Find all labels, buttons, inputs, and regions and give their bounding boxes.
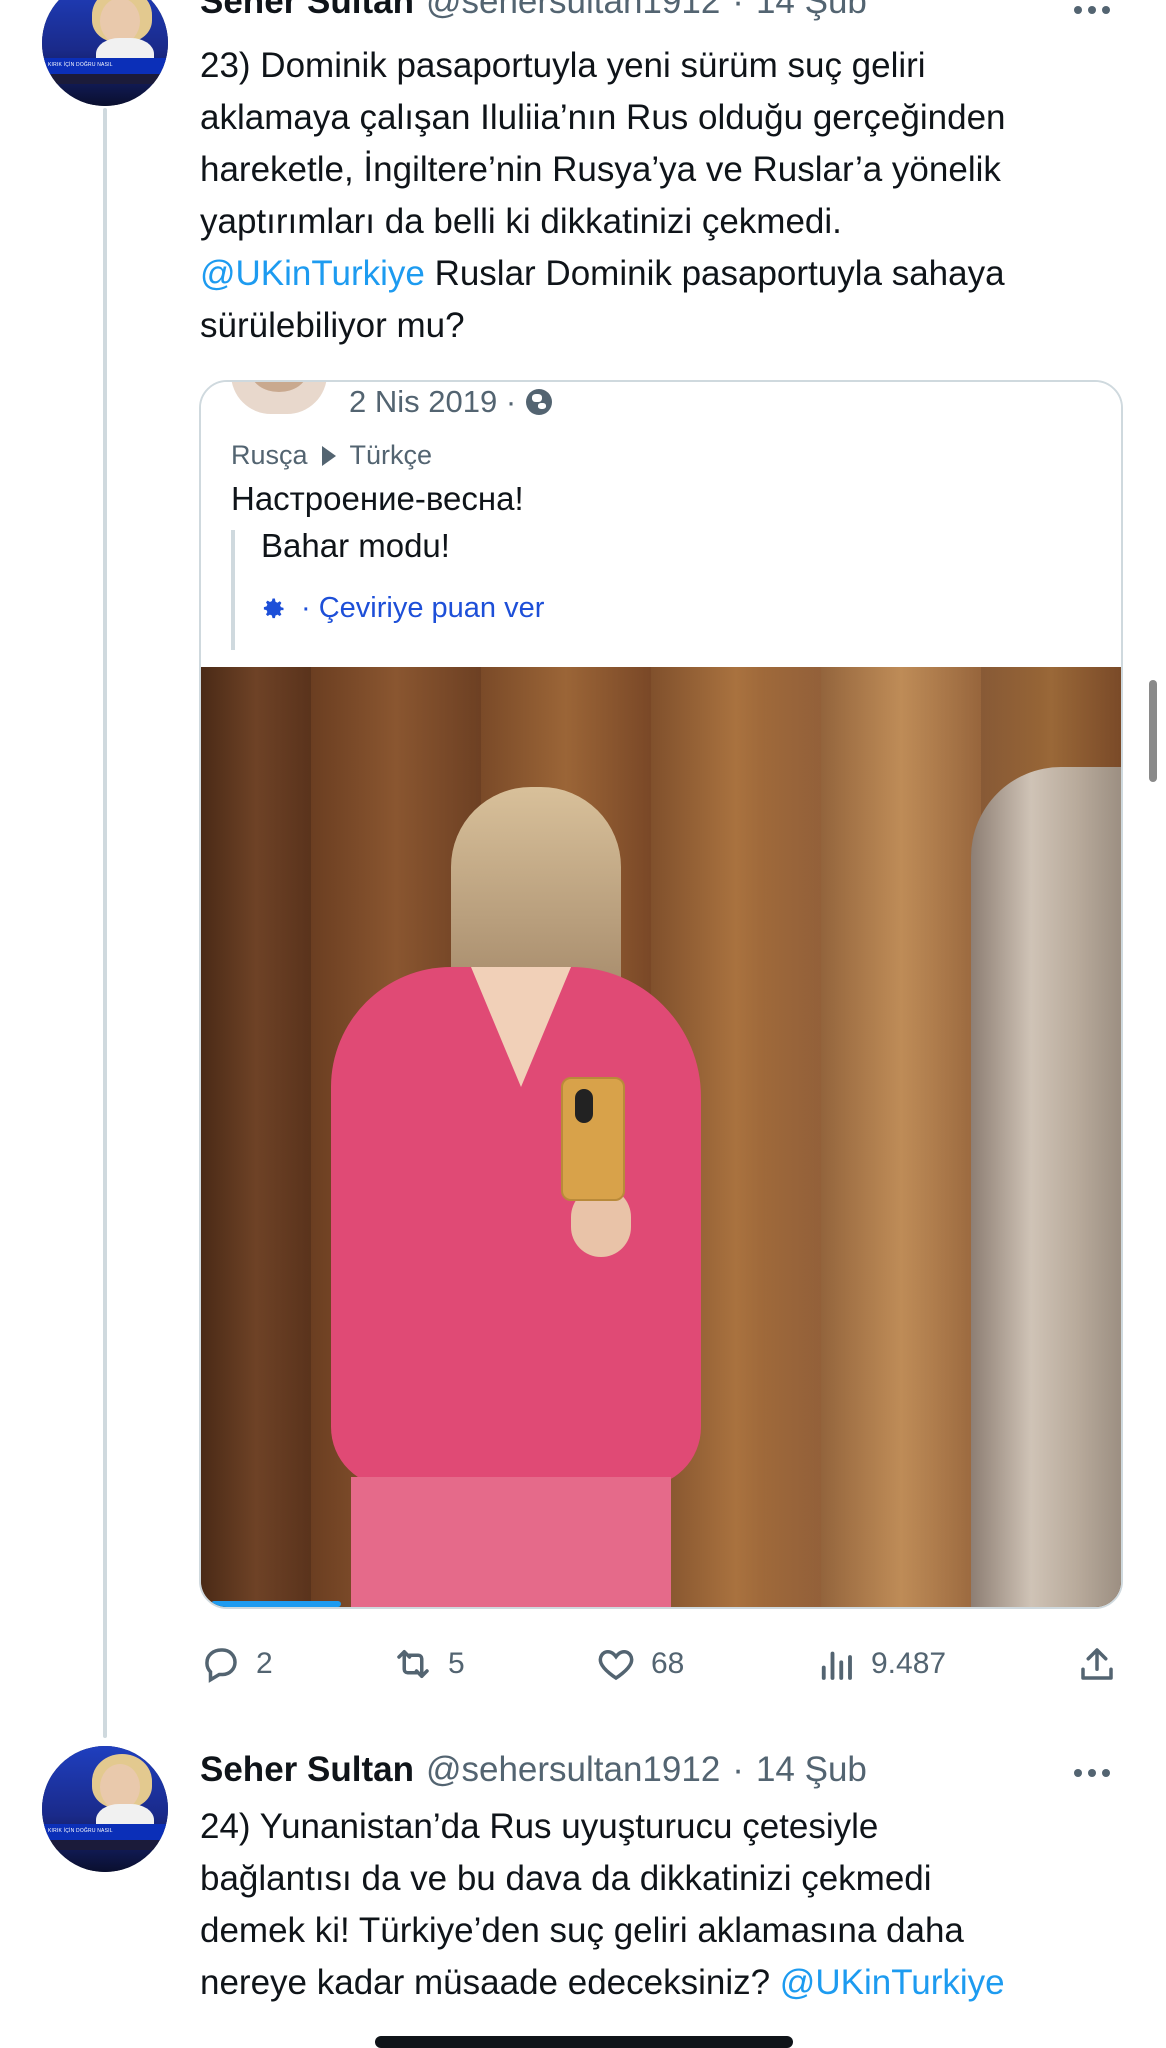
lang-to: Türkçe	[349, 440, 433, 470]
more-options-icon[interactable]	[1070, 1763, 1114, 1783]
quoted-screenshot-header: 2 Nis 2019 · Rusça Türkçe Настроение-вес…	[201, 382, 1121, 667]
tweet-body: 23) Dominik pasaportuyla yeni sürüm suç …	[200, 40, 1120, 352]
scrollbar[interactable]	[1149, 680, 1157, 782]
tweet-line: hareketle, İngiltere’nin Rusya’ya ve Rus…	[200, 150, 1001, 189]
separator: ·	[732, 0, 744, 21]
tweet-line: demek ki! Türkiye’den suç geliri aklamas…	[200, 1911, 964, 1950]
arrow-right-icon	[321, 445, 336, 466]
views-button[interactable]: 9.487	[815, 1643, 946, 1685]
tweet-actions: 2 5 68 9.487	[200, 1643, 1120, 1687]
like-button[interactable]: 68	[595, 1643, 684, 1685]
phone	[561, 1077, 625, 1201]
tweet-line: 23) Dominik pasaportuyla yeni sürüm suç …	[200, 46, 926, 85]
translation-languages: Rusça Türkçe	[231, 440, 432, 471]
thread-connector-line	[103, 108, 107, 1738]
gear-icon	[259, 595, 287, 623]
quoted-photo[interactable]	[201, 667, 1121, 1607]
rate-translation-text: · Çeviriye puan ver	[301, 592, 545, 624]
quote-card[interactable]: 2 Nis 2019 · Rusça Türkçe Настроение-вес…	[199, 380, 1123, 1609]
tweet-line: @UKinTurkiye Ruslar Dominik pasaportuyla…	[200, 248, 1120, 300]
tweet-date[interactable]: 14 Şub	[756, 1750, 867, 1790]
avatar-caption: KIRIK İÇİN DOĞRU NASIL	[48, 62, 113, 68]
media-progress-bar	[211, 1601, 341, 1607]
avatar-caption: KIRIK İÇİN DOĞRU NASIL	[48, 1828, 113, 1834]
quoted-date: 2 Nis 2019 ·	[349, 384, 553, 420]
tweet-line-text: Ruslar Dominik pasaportuyla sahaya	[424, 254, 1005, 293]
views-count: 9.487	[871, 1647, 947, 1680]
share-button[interactable]	[1076, 1643, 1118, 1685]
person-pants	[351, 1477, 671, 1607]
more-options-icon[interactable]	[1070, 0, 1114, 20]
reply-count: 2	[256, 1647, 273, 1680]
quoted-avatar	[231, 382, 327, 414]
avatar[interactable]: KIRIK İÇİN DOĞRU NASIL	[42, 0, 168, 106]
tweet-line: nereye kadar müsaade edeceksiniz? @UKinT…	[200, 1957, 1120, 2009]
lang-from: Rusça	[231, 440, 308, 470]
retweet-icon	[397, 1650, 429, 1678]
translation-bar	[231, 530, 235, 650]
tweet-line: aklamaya çalışan Iluliia’nın Rus olduğu …	[200, 98, 1006, 137]
rate-translation-link: · Çeviriye puan ver	[259, 592, 544, 625]
heart-icon	[598, 1649, 634, 1681]
like-count: 68	[651, 1647, 685, 1680]
retweet-button[interactable]: 5	[392, 1643, 465, 1685]
avatar[interactable]: KIRIK İÇİN DOĞRU NASIL	[42, 1746, 168, 1872]
retweet-count: 5	[448, 1647, 465, 1680]
tweet-body: 24) Yunanistan’da Rus uyuşturucu çetesiy…	[200, 1801, 1120, 2009]
original-text: Настроение-весна!	[231, 480, 524, 517]
author-handle[interactable]: @sehersultan1912	[426, 1750, 720, 1790]
tweet-date[interactable]: 14 Şub	[756, 0, 867, 22]
home-indicator[interactable]	[375, 2036, 793, 2048]
globe-icon	[526, 389, 553, 415]
tweet-header: Seher Sultan @sehersultan1912 · 14 Şub	[200, 0, 867, 28]
person-sweater	[331, 967, 701, 1487]
share-icon	[1081, 1648, 1113, 1680]
author-handle[interactable]: @sehersultan1912	[426, 0, 720, 22]
curtain	[971, 767, 1121, 1607]
tweet-header: Seher Sultan @sehersultan1912 · 14 Şub	[200, 1750, 867, 1796]
tweet-line: 24) Yunanistan’da Rus uyuşturucu çetesiy…	[200, 1807, 879, 1846]
tweet-line: sürülebiliyor mu?	[200, 306, 465, 345]
reply-icon	[205, 1648, 237, 1683]
author-name[interactable]: Seher Sultan	[200, 1750, 414, 1790]
tweet-line-text: nereye kadar müsaade edeceksiniz?	[200, 1963, 780, 2002]
translated-text: Bahar modu!	[261, 527, 450, 564]
mention-link[interactable]: @UKinTurkiye	[780, 1963, 1005, 2002]
quoted-date-text: 2 Nis 2019 ·	[349, 384, 517, 419]
author-name[interactable]: Seher Sultan	[200, 0, 414, 22]
tweet-line: bağlantısı da ve bu dava da dikkatinizi …	[200, 1859, 932, 1898]
views-icon	[821, 1651, 852, 1680]
mention-link[interactable]: @UKinTurkiye	[200, 254, 425, 293]
separator: ·	[732, 1750, 744, 1789]
tweet-line: yaptırımları da belli ki dikkatinizi çek…	[200, 202, 842, 241]
reply-button[interactable]: 2	[200, 1643, 273, 1685]
